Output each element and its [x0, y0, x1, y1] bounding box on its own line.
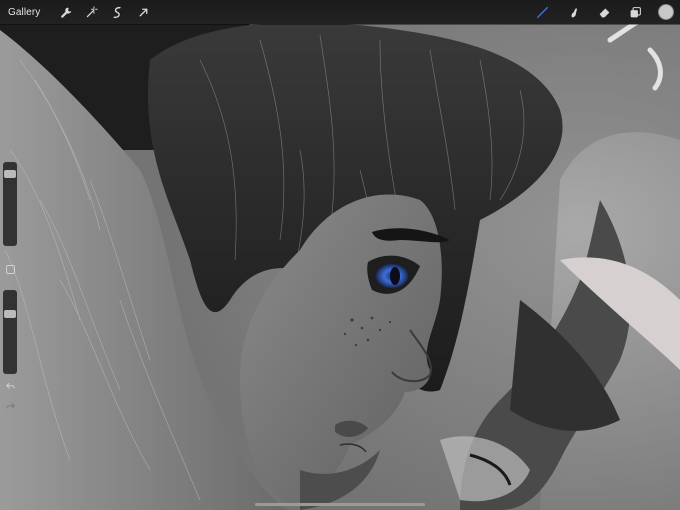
top-toolbar: Gallery [0, 0, 680, 24]
artwork-canvas[interactable] [0, 0, 680, 510]
left-sidebar [3, 162, 17, 412]
wrench-icon[interactable] [54, 1, 76, 23]
modify-square-icon[interactable] [5, 264, 15, 274]
undo-icon[interactable] [4, 380, 16, 392]
opacity-thumb[interactable] [4, 309, 16, 318]
smudge-icon[interactable] [562, 1, 584, 23]
opacity-slider[interactable] [3, 290, 17, 374]
magic-wand-icon[interactable] [80, 1, 102, 23]
layers-icon[interactable] [624, 1, 646, 23]
eraser-icon[interactable] [593, 1, 615, 23]
transform-arrow-icon[interactable] [132, 1, 154, 23]
selection-icon[interactable] [106, 1, 128, 23]
redo-icon[interactable] [4, 400, 16, 412]
brush-icon[interactable] [531, 1, 553, 23]
gallery-button[interactable]: Gallery [8, 7, 40, 18]
brush-size-thumb[interactable] [4, 170, 16, 179]
right-tools [522, 0, 674, 24]
home-indicator [255, 503, 425, 506]
brush-size-slider[interactable] [3, 162, 17, 246]
color-swatch[interactable] [658, 4, 674, 20]
